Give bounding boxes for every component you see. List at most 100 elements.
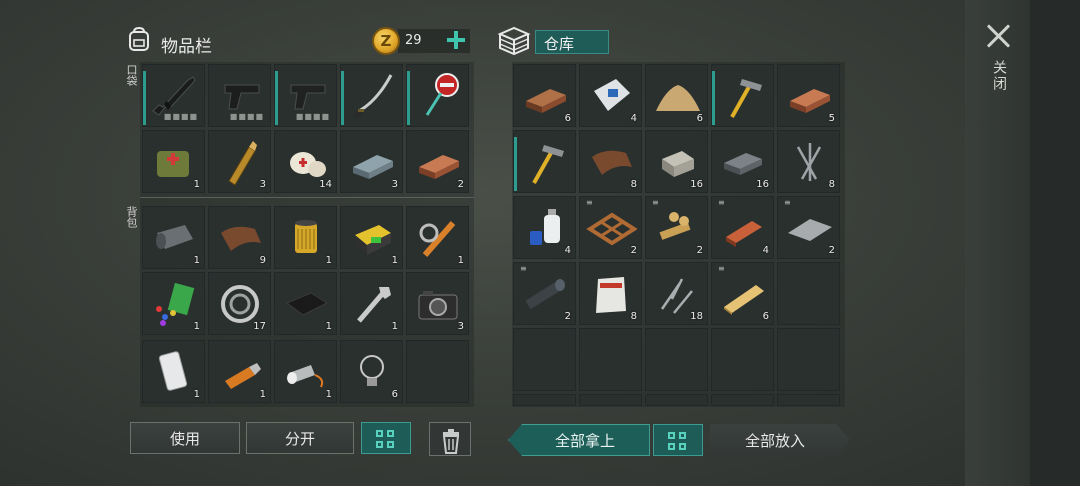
light-bulb-icon <box>360 355 384 386</box>
storage-slot[interactable]: 4 <box>579 64 642 127</box>
equipped-marker <box>712 71 715 125</box>
copper-ingot-icon <box>790 89 830 113</box>
storage-slot[interactable]: 16 <box>645 130 708 193</box>
inventory-slot[interactable] <box>340 64 403 127</box>
sort-storage-button[interactable] <box>653 424 703 456</box>
storage-slot-empty[interactable] <box>645 328 708 391</box>
put-all-button[interactable]: 全部放入 <box>710 424 850 456</box>
inventory-slot[interactable]: 17 <box>208 272 271 335</box>
storage-slot-empty[interactable] <box>777 328 840 391</box>
grid-icon <box>376 430 383 437</box>
storage-slot[interactable]: 18 <box>645 262 708 325</box>
coin-icon: Z <box>372 27 400 55</box>
scrap-plastic-icon <box>156 282 195 326</box>
item-count: 6 <box>696 113 703 124</box>
durability: ■■■■ <box>163 112 198 121</box>
close-button[interactable] <box>985 22 1013 50</box>
storage-slot[interactable]: 6 <box>513 64 576 127</box>
storage-title: 仓库 <box>544 35 575 53</box>
inventory-slot[interactable]: 1 <box>274 206 337 269</box>
storage-slot-empty[interactable] <box>645 394 708 406</box>
section-divider <box>140 197 474 198</box>
storage-slot[interactable]: ≡ 2 <box>645 196 708 259</box>
storage-slot-empty[interactable] <box>579 328 642 391</box>
inventory-slot[interactable]: ■■■■ <box>274 64 337 127</box>
right-edge <box>1030 0 1080 486</box>
equipped-marker <box>143 71 146 125</box>
equipped-marker <box>275 71 278 125</box>
item-count: 1 <box>457 255 464 266</box>
inventory-slot[interactable]: 3 <box>340 130 403 193</box>
grid-icon <box>387 441 394 448</box>
inventory-slot[interactable]: 2 <box>406 130 469 193</box>
storage-slot[interactable]: ≡ 6 <box>711 262 774 325</box>
inventory-slot-empty[interactable] <box>406 340 469 403</box>
close-label: 关闭 <box>991 60 1007 92</box>
split-button[interactable]: 分开 <box>246 422 354 454</box>
inventory-slot[interactable]: 6 <box>340 340 403 403</box>
item-count: 2 <box>696 245 703 256</box>
inventory-slot[interactable]: 3 <box>208 130 271 193</box>
item-count: 9 <box>259 255 266 266</box>
add-coins-button[interactable] <box>446 30 466 50</box>
storage-slot[interactable]: 4 <box>513 196 576 259</box>
storage-slot[interactable] <box>711 64 774 127</box>
bullets-icon <box>228 141 257 186</box>
storage-slot[interactable]: ≡ 2 <box>579 196 642 259</box>
inventory-slot[interactable]: 1 <box>208 340 271 403</box>
storage-slot[interactable]: 8 <box>579 130 642 193</box>
take-all-button[interactable]: 全部拿上 <box>508 424 650 456</box>
storage-slot[interactable]: ≡ 4 <box>711 196 774 259</box>
storage-slot[interactable]: ≡ 2 <box>513 262 576 325</box>
storage-slot-empty[interactable] <box>777 262 840 325</box>
inventory-slot[interactable]: 1 <box>406 206 469 269</box>
inventory-slot[interactable]: 1 <box>142 130 205 193</box>
storage-slot-empty[interactable] <box>513 328 576 391</box>
storage-slot-empty[interactable] <box>711 394 774 406</box>
storage-slot[interactable]: ≡ 2 <box>777 196 840 259</box>
copper-ingot-icon <box>526 89 566 113</box>
storage-slot[interactable]: 16 <box>711 130 774 193</box>
inventory-slot[interactable] <box>406 64 469 127</box>
use-button[interactable]: 使用 <box>130 422 240 454</box>
leather-icon <box>592 150 632 175</box>
item-count: 3 <box>259 179 266 190</box>
trash-button[interactable] <box>429 422 471 456</box>
storage-slot[interactable]: 8 <box>777 130 840 193</box>
item-count: 1 <box>391 321 398 332</box>
asbestos-bag-icon <box>596 277 626 313</box>
inventory-slot[interactable]: 1 <box>142 206 205 269</box>
grid-icon <box>668 432 675 439</box>
inventory-slot[interactable]: 9 <box>208 206 271 269</box>
coin-count: 29 <box>405 33 422 48</box>
storage-slot[interactable]: 8 <box>579 262 642 325</box>
trash-icon <box>442 429 460 454</box>
item-count: 4 <box>762 245 769 256</box>
inventory-slot[interactable]: 14 <box>274 130 337 193</box>
item-count: 6 <box>762 311 769 322</box>
inventory-slot[interactable]: 1 <box>274 272 337 335</box>
equipped-marker <box>514 137 517 191</box>
inventory-slot[interactable]: 1 <box>340 206 403 269</box>
storage-slot[interactable] <box>513 130 576 193</box>
item-count: 1 <box>193 389 200 400</box>
inventory-slot[interactable]: ■■■■ <box>208 64 271 127</box>
inventory-slot[interactable]: 3 <box>406 272 469 335</box>
storage-slot-empty[interactable] <box>513 394 576 406</box>
storage-slot-empty[interactable] <box>777 394 840 406</box>
sort-inventory-button[interactable] <box>361 422 411 454</box>
storage-slot-empty[interactable] <box>711 328 774 391</box>
inventory-slot[interactable]: 1 <box>142 340 205 403</box>
storage-slot-empty[interactable] <box>579 394 642 406</box>
glue-bottles-icon <box>530 209 560 245</box>
storage-slot[interactable]: 6 <box>645 64 708 127</box>
grid-icon <box>679 443 686 450</box>
item-count: 2 <box>564 311 571 322</box>
item-count: 6 <box>564 113 571 124</box>
inventory-slot[interactable]: 1 <box>340 272 403 335</box>
inventory-slot[interactable]: 1 <box>274 340 337 403</box>
metal-sheet-icon <box>788 219 832 241</box>
inventory-slot[interactable]: 1 <box>142 272 205 335</box>
storage-slot[interactable]: 5 <box>777 64 840 127</box>
inventory-slot[interactable]: ■■■■ <box>142 64 205 127</box>
